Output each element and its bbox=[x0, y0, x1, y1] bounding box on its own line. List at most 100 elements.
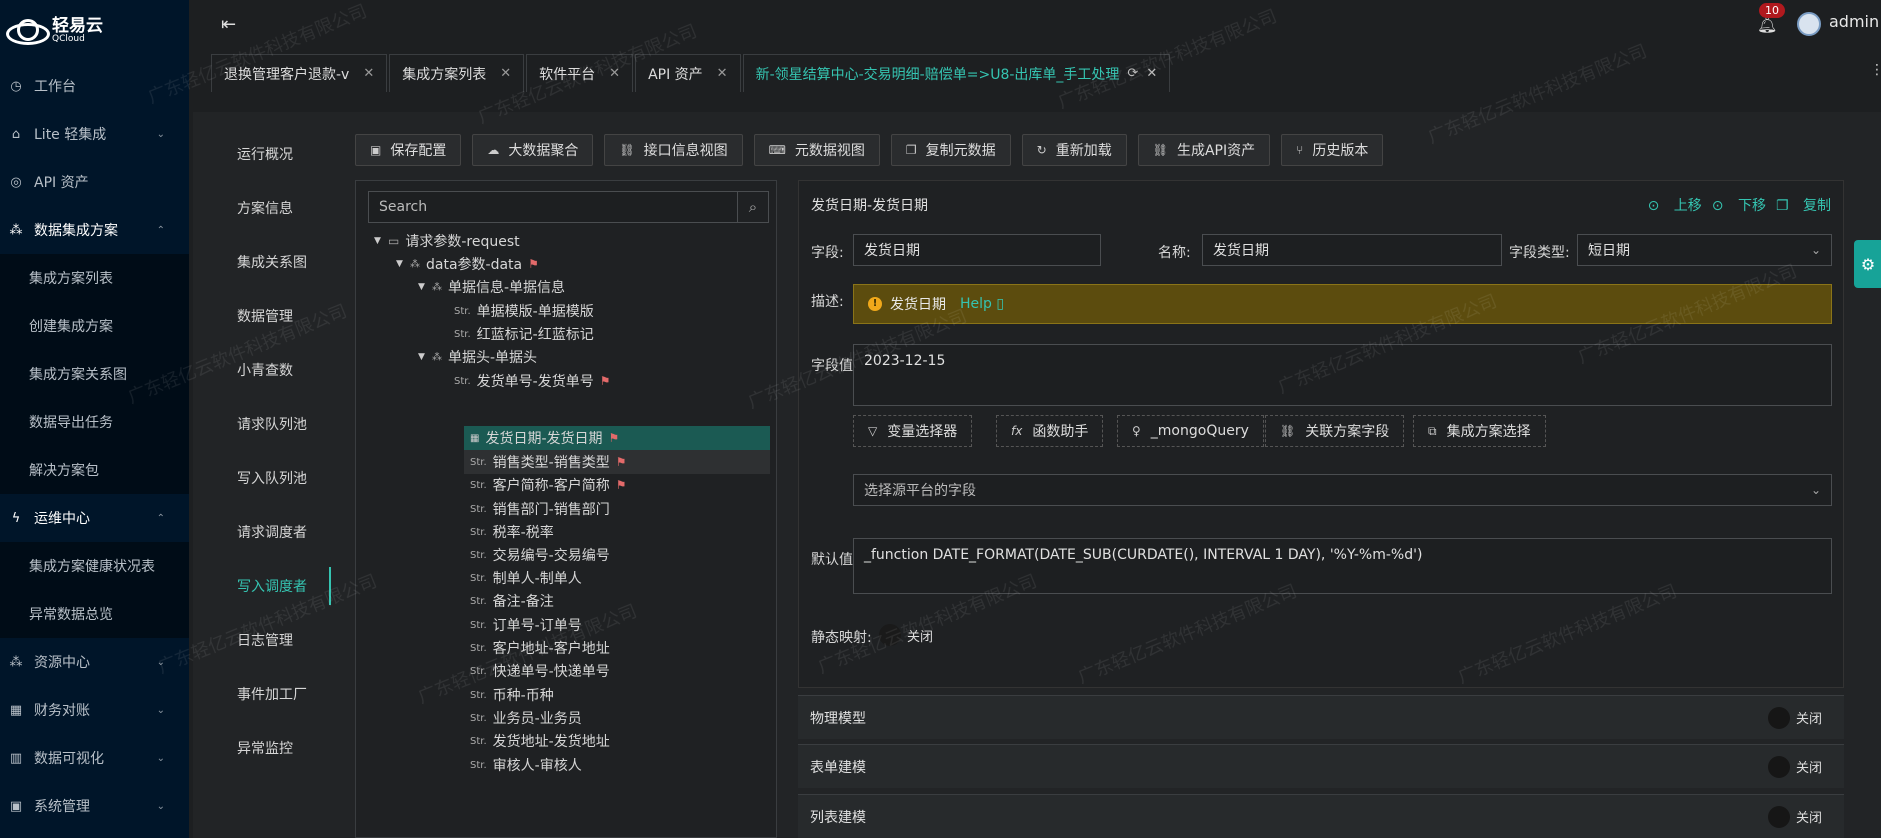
history-button[interactable]: ⑂ 历史版本 bbox=[1281, 134, 1384, 166]
username[interactable]: admin bbox=[1829, 12, 1879, 31]
sidebar-item-finance[interactable]: ▦ 财务对账 ⌄ bbox=[0, 686, 189, 734]
interface-view-button[interactable]: ⛓ 接口信息视图 bbox=[604, 134, 743, 166]
variable-selector-button[interactable]: ▽ 变量选择器 bbox=[853, 415, 973, 447]
gear-icon[interactable]: ⚙ bbox=[1854, 240, 1881, 288]
tab-refund[interactable]: 退换管理客户退款-v ✕ bbox=[211, 54, 388, 92]
tab-software-platform[interactable]: 软件平台 ✕ bbox=[526, 54, 634, 92]
close-icon[interactable]: ✕ bbox=[717, 66, 728, 81]
field-value-textarea[interactable]: 2023-12-15 bbox=[853, 344, 1832, 406]
menu-write-queue[interactable]: 写入队列池 bbox=[193, 451, 333, 505]
field-type-select[interactable]: 短日期 ⌄ bbox=[1577, 234, 1832, 266]
copy-metadata-button[interactable]: ❐ 复制元数据 bbox=[890, 134, 1011, 166]
menu-request-scheduler[interactable]: 请求调度者 bbox=[193, 505, 333, 559]
sidebar-item-lite[interactable]: ⌂ Lite 轻集成 ⌄ bbox=[0, 110, 189, 158]
section-physical-model[interactable]: 物理模型 关闭 bbox=[798, 695, 1844, 739]
mongo-query-button[interactable]: ♀ _mongoQuery bbox=[1117, 415, 1264, 447]
physical-model-toggle[interactable]: 关闭 bbox=[1767, 706, 1822, 729]
close-icon[interactable]: ✕ bbox=[500, 66, 511, 81]
generate-api-button[interactable]: ⛓ 生成API资产 bbox=[1137, 134, 1271, 166]
tree-node[interactable]: Str. 客户地址-客户地址 bbox=[470, 636, 610, 660]
sidebar-item-system[interactable]: ▣ 系统管理 ⌄ bbox=[0, 782, 189, 830]
sidebar-item-resources[interactable]: ⁂ 资源中心 ⌄ bbox=[0, 638, 189, 686]
menu-query[interactable]: 小青查数 bbox=[193, 343, 333, 397]
sidebar-item-exceptions[interactable]: 异常数据总览 bbox=[0, 590, 189, 638]
save-config-button[interactable]: ▣ 保存配置 bbox=[355, 134, 462, 166]
tree-node[interactable]: Str. 发货地址-发货地址 bbox=[470, 729, 610, 753]
field-input[interactable]: 发货日期 bbox=[853, 234, 1101, 266]
tab-plan-list[interactable]: 集成方案列表 ✕ bbox=[389, 54, 525, 92]
sidebar-item-solution-pack[interactable]: 解决方案包 bbox=[0, 446, 189, 494]
sidebar-item-create-plan[interactable]: 创建集成方案 bbox=[0, 302, 189, 350]
static-map-toggle[interactable]: 关闭 bbox=[879, 624, 933, 646]
close-icon[interactable]: ✕ bbox=[609, 66, 620, 81]
tree-node[interactable]: ▼ ▭ 请求参数-request bbox=[374, 229, 520, 253]
tree-node[interactable]: Str. 销售类型-销售类型 ⚑ bbox=[464, 450, 770, 474]
sidebar-item-ops-center[interactable]: ϟ 运维中心 ⌃ bbox=[0, 494, 189, 542]
tree-node[interactable]: Str. 业务员-业务员 bbox=[470, 706, 582, 730]
reload-icon[interactable]: ⟳ bbox=[1127, 66, 1138, 81]
move-up-button[interactable]: ⊙ 上移 bbox=[1648, 195, 1702, 215]
list-model-toggle[interactable]: 关闭 bbox=[1767, 805, 1822, 828]
big-data-aggregate-button[interactable]: ☁ 大数据聚合 bbox=[472, 134, 594, 166]
sidebar-item-visualization[interactable]: ▥ 数据可视化 ⌄ bbox=[0, 734, 189, 782]
plan-select-button[interactable]: ⧉ 集成方案选择 bbox=[1413, 415, 1546, 447]
sidebar-item-plan-graph[interactable]: 集成方案关系图 bbox=[0, 350, 189, 398]
sidebar-item-api-assets[interactable]: ◎ API 资产 bbox=[0, 158, 189, 206]
more-icon[interactable]: ⋮ bbox=[1870, 62, 1881, 78]
tree-node[interactable]: Str. 红蓝标记-红蓝标记 bbox=[454, 322, 594, 346]
tree-node[interactable]: Str. 订单号-订单号 bbox=[470, 613, 582, 637]
caret-down-icon[interactable]: ▼ bbox=[418, 282, 432, 292]
default-value-textarea[interactable]: _function DATE_FORMAT(DATE_SUB(CURDATE()… bbox=[853, 538, 1832, 594]
menu-write-scheduler[interactable]: 写入调度者 bbox=[193, 559, 333, 613]
tree-node[interactable]: Str. 销售部门-销售部门 bbox=[470, 497, 610, 521]
section-form-model[interactable]: 表单建模 关闭 bbox=[798, 744, 1844, 788]
sidebar-item-data-integration[interactable]: ⁂ 数据集成方案 ⌃ bbox=[0, 206, 189, 254]
menu-plan-info[interactable]: 方案信息 bbox=[193, 181, 333, 235]
function-helper-button[interactable]: fx 函数助手 bbox=[996, 415, 1104, 447]
source-field-select[interactable]: 选择源平台的字段 ⌄ bbox=[853, 474, 1832, 506]
tree-node[interactable]: Str. 审核人-审核人 bbox=[470, 753, 582, 777]
close-icon[interactable]: ✕ bbox=[363, 66, 374, 81]
related-plan-field-button[interactable]: ⛓ 关联方案字段 bbox=[1265, 415, 1405, 447]
menu-request-queue[interactable]: 请求队列池 bbox=[193, 397, 333, 451]
tree-search-input[interactable] bbox=[368, 191, 738, 223]
tab-current-plan[interactable]: 新-领星结算中心-交易明细-赔偿单=>U8-出库单_手工处理 ⟳ ✕ bbox=[742, 54, 1171, 92]
help-link[interactable]: Help ▯ bbox=[960, 296, 1004, 312]
tree-node[interactable]: ▼ ⁂ 单据头-单据头 bbox=[418, 345, 537, 369]
menu-logs[interactable]: 日志管理 bbox=[193, 613, 333, 667]
move-down-button[interactable]: ⊙ 下移 bbox=[1712, 195, 1766, 215]
copy-button[interactable]: ❐ 复制 bbox=[1776, 195, 1831, 215]
tree-node[interactable]: ▼ ⁂ data参数-data ⚑ bbox=[396, 252, 539, 276]
tree-node[interactable]: Str. 制单人-制单人 bbox=[470, 566, 582, 590]
tree-node[interactable]: ▼ ⁂ 单据信息-单据信息 bbox=[418, 275, 565, 299]
tree-node[interactable]: Str. 备注-备注 bbox=[470, 589, 554, 613]
tree-node[interactable]: Str. 快递单号-快递单号 bbox=[470, 659, 610, 683]
menu-relation-graph[interactable]: 集成关系图 bbox=[193, 235, 333, 289]
menu-data-management[interactable]: 数据管理 bbox=[193, 289, 333, 343]
tree-node[interactable]: Str. 发货单号-发货单号 ⚑ bbox=[454, 369, 610, 393]
sidebar-item-export-task[interactable]: 数据导出任务 bbox=[0, 398, 189, 446]
avatar[interactable] bbox=[1797, 12, 1821, 36]
menu-event-factory[interactable]: 事件加工厂 bbox=[193, 667, 333, 721]
caret-down-icon[interactable]: ▼ bbox=[374, 236, 388, 246]
sidebar-item-health[interactable]: 集成方案健康状况表 bbox=[0, 542, 189, 590]
name-input[interactable]: 发货日期 bbox=[1202, 234, 1502, 266]
metadata-view-button[interactable]: ⌨ 元数据视图 bbox=[753, 134, 880, 166]
section-list-model[interactable]: 列表建模 关闭 bbox=[798, 794, 1844, 838]
caret-down-icon[interactable]: ▼ bbox=[396, 259, 410, 269]
tree-node[interactable]: Str. 税率-税率 bbox=[470, 520, 554, 544]
tree-node[interactable]: Str. 单据模版-单据模版 bbox=[454, 299, 594, 323]
tree-node-selected[interactable]: ▦ 发货日期-发货日期 ⚑ bbox=[464, 426, 770, 450]
tree-node[interactable]: Str. 客户简称-客户简称 ⚑ bbox=[470, 473, 626, 497]
menu-exception-monitor[interactable]: 异常监控 bbox=[193, 721, 333, 775]
menu-collapse-icon[interactable]: ⇤ bbox=[221, 14, 236, 35]
tree-node[interactable]: Str. 币种-币种 bbox=[470, 683, 554, 707]
sidebar-item-plan-list[interactable]: 集成方案列表 bbox=[0, 254, 189, 302]
search-icon[interactable]: ⌕ bbox=[737, 191, 769, 223]
sidebar-item-workbench[interactable]: ◷ 工作台 bbox=[0, 62, 189, 110]
menu-overview[interactable]: 运行概况 bbox=[193, 127, 333, 181]
reload-button[interactable]: ↻ 重新加载 bbox=[1021, 134, 1127, 166]
caret-down-icon[interactable]: ▼ bbox=[418, 352, 432, 362]
close-icon[interactable]: ✕ bbox=[1146, 66, 1157, 81]
form-model-toggle[interactable]: 关闭 bbox=[1767, 755, 1822, 778]
